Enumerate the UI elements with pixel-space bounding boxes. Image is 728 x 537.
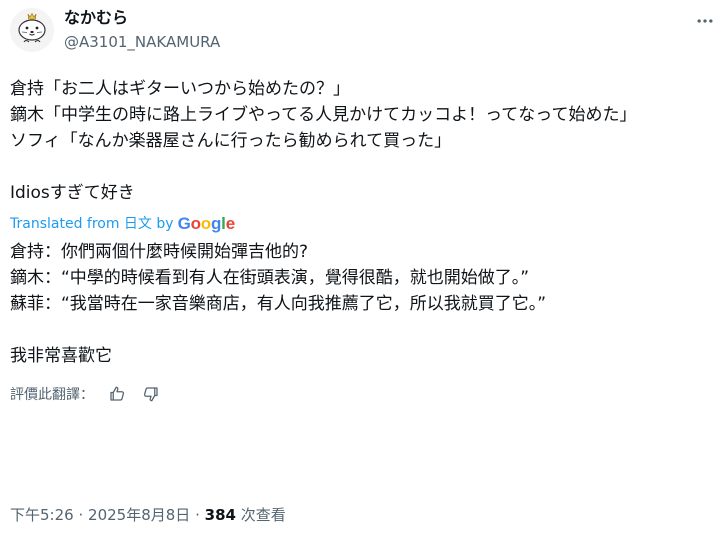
display-name[interactable]: なかむら: [64, 8, 220, 28]
post-date[interactable]: 2025年8月8日: [88, 506, 190, 524]
post-content: 倉持「お二人はギターいつから始めたの？」 鏑木「中学生の時に路上ライブやってる人…: [10, 76, 718, 405]
thumbs-up-icon[interactable]: [106, 383, 128, 405]
meta-separator: ·: [78, 506, 84, 524]
post-text: 倉持「お二人はギターいつから始めたの？」 鏑木「中学生の時に路上ライブやってる人…: [10, 79, 637, 203]
more-options-button[interactable]: [692, 8, 718, 34]
views-label: 次查看: [240, 506, 286, 524]
seal-avatar-icon: [10, 8, 54, 52]
post-meta: 下午5:26 · 2025年8月8日 · 384 次查看: [10, 505, 286, 525]
translated-text: 倉持：你們兩個什麼時候開始彈吉他的? 鏑木：“中學的時候看到有人在街頭表演，覺得…: [10, 242, 547, 366]
more-dots-icon: [697, 19, 713, 23]
google-logo: Google: [177, 214, 236, 233]
meta-separator: ·: [195, 506, 200, 524]
post-header: なかむら @A3101_NAKAMURA: [0, 0, 728, 64]
translated-by-line: Translated from 日文 by Google: [10, 215, 718, 233]
avatar[interactable]: [10, 8, 54, 52]
author-block: なかむら @A3101_NAKAMURA: [64, 8, 220, 52]
thumbs-down-icon[interactable]: [140, 383, 162, 405]
post-time[interactable]: 下午5:26: [10, 506, 74, 524]
user-handle[interactable]: @A3101_NAKAMURA: [64, 32, 220, 52]
translated-from-link[interactable]: Translated from 日文 by: [10, 215, 174, 233]
views-count: 384: [204, 506, 236, 524]
rate-translation-row: 評價此翻譯：: [10, 383, 718, 405]
rate-translation-label: 評價此翻譯：: [10, 387, 94, 403]
